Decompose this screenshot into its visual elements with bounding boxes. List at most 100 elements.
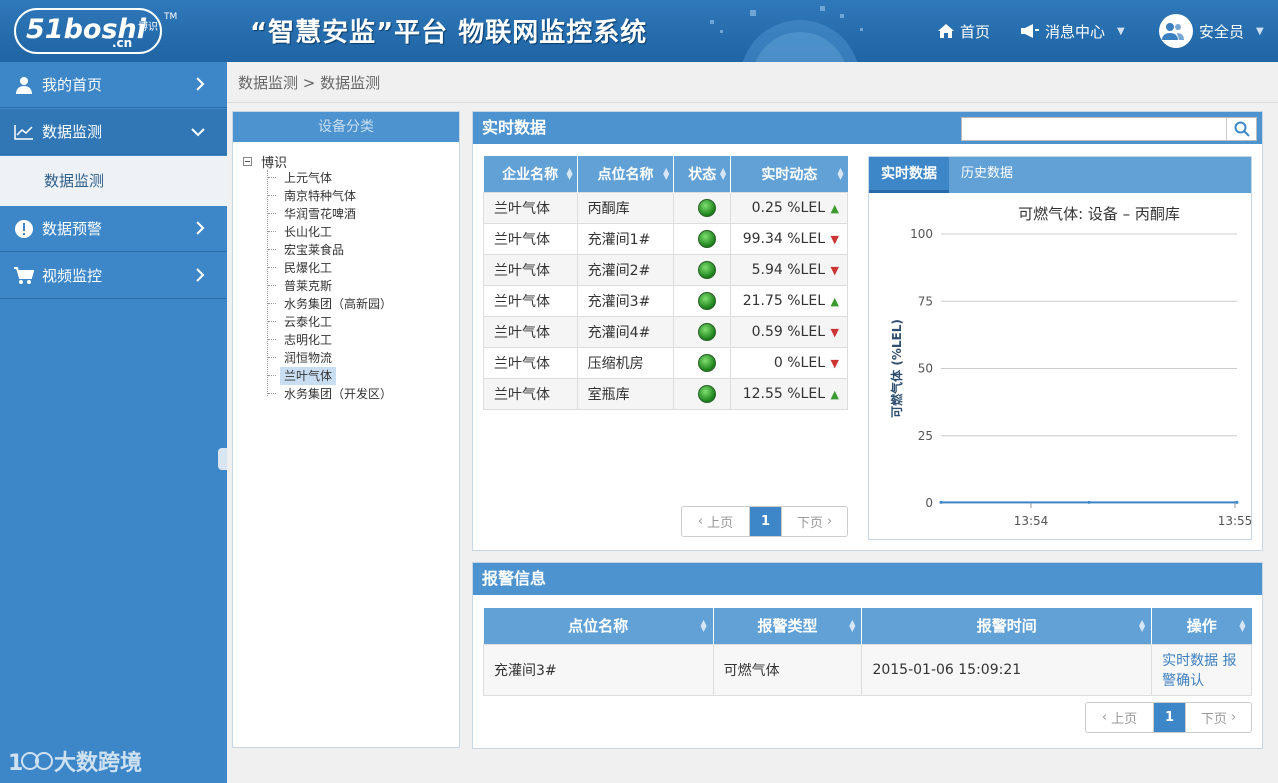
table-row[interactable]: 兰叶气体 丙酮库 0.25 %LEL ▲	[483, 191, 848, 224]
page-1-button[interactable]: 1	[1154, 703, 1185, 732]
status-ok-icon	[698, 322, 717, 341]
col-header[interactable]: 企业名称 ▲ ▼	[483, 156, 578, 192]
sidebar-item-label: 视频监控	[42, 267, 103, 285]
user-name: 安全员	[1199, 22, 1245, 41]
user-icon	[16, 76, 32, 94]
realtime-pager: ‹ 上页 1 下页 ›	[681, 506, 848, 537]
y-tick-label: 100	[910, 227, 933, 241]
alarm-action-link[interactable]: 实时数据 报警确认	[1151, 643, 1252, 696]
data-point	[1235, 500, 1239, 504]
arrow-down-icon: ▼	[830, 356, 839, 370]
col-header[interactable]: 操作 ▲ ▼	[1151, 608, 1252, 644]
sidebar: 我的首页 数据监测 数据监测 数据预警 视频监控 1 大数跨境	[0, 62, 227, 783]
table-row[interactable]: 兰叶气体 充灌间1# 99.34 %LEL ▼	[483, 222, 848, 255]
table-row[interactable]: 兰叶气体 压缩机房 0 %LEL ▼	[483, 346, 848, 379]
x-tick-label: 13:55	[1218, 514, 1251, 528]
tree-node[interactable]: 上元气体	[268, 169, 336, 187]
col-header[interactable]: 状态 ▲ ▼	[673, 156, 732, 192]
table-row[interactable]: 兰叶气体 室瓶库 12.55 %LEL ▲	[483, 377, 848, 410]
page-1-button[interactable]: 1	[750, 507, 781, 536]
search-icon	[1234, 121, 1250, 137]
sidebar-item-monitoring[interactable]: 数据监测	[0, 109, 227, 155]
chevron-down-icon: ▼	[1256, 25, 1264, 37]
prev-page-button[interactable]: ‹ 上页	[682, 507, 750, 536]
chevron-down-icon: ▼	[1117, 25, 1125, 37]
alert-icon	[15, 219, 33, 238]
sidebar-item-label: 数据预警	[42, 220, 103, 238]
sidebar-item-label: 数据监测	[42, 123, 103, 141]
col-header[interactable]: 实时动态 ▲ ▼	[730, 156, 848, 192]
tree-node-selected[interactable]: 兰叶气体	[268, 367, 337, 385]
collapse-icon[interactable]	[243, 157, 252, 166]
alarm-pager: ‹ 上页 1 下页 ›	[1085, 702, 1252, 733]
tree-header: 设备分类	[233, 112, 459, 142]
realtime-table: 企业名称 ▲ ▼ 点位名称 ▲ ▼ 状态 ▲ ▼ 实时动态 ▲ ▼ 兰叶气体 丙酮库 0.25 %L…	[483, 156, 848, 410]
prev-page-button[interactable]: ‹ 上页	[1086, 703, 1154, 732]
y-tick-label: 25	[918, 429, 933, 443]
arrow-down-icon: ▼	[830, 325, 839, 339]
tree-node[interactable]: 志明化工	[268, 331, 336, 349]
table-row[interactable]: 兰叶气体 充灌间4# 0.59 %LEL ▼	[483, 315, 848, 348]
tree-node[interactable]: 宏宝莱食品	[268, 241, 348, 259]
tree-node[interactable]: 润恒物流	[268, 349, 336, 367]
watermark-text: 大数跨境	[54, 751, 143, 776]
breadcrumb: 数据监测 > 数据监测	[238, 74, 381, 92]
chart-title: 可燃气体: 设备 – 丙酮库	[1018, 205, 1180, 223]
table-row[interactable]: 兰叶气体 充灌间2# 5.94 %LEL ▼	[483, 253, 848, 286]
logo-domain: .cn	[112, 36, 133, 50]
tree-node[interactable]: 云泰化工	[268, 313, 336, 331]
arrow-down-icon: ▼	[830, 263, 839, 277]
data-point	[1087, 500, 1091, 504]
device-tree-panel: 设备分类 博识 上元气体 南京特种气体 华润雪花啤酒 长山化工 宏宝莱食品 民爆…	[232, 111, 460, 748]
chevron-down-icon	[191, 128, 205, 137]
table-row[interactable]: 充灌间3# 可燃气体 2015-01-06 15:09:21 实时数据 报警确认	[483, 643, 1252, 696]
col-header[interactable]: 点位名称 ▲ ▼	[483, 608, 714, 644]
sidebar-item-home[interactable]: 我的首页	[0, 62, 227, 108]
tree-node[interactable]: 水务集团（高新园）	[268, 295, 396, 313]
nav-home[interactable]: 首页	[938, 0, 990, 62]
sidebar-subitem-monitoring[interactable]: 数据监测	[0, 156, 227, 206]
svg-text:1: 1	[8, 751, 23, 776]
x-tick-label: 13:54	[1014, 514, 1049, 528]
chart-panel: 实时数据 历史数据 可燃气体: 设备 – 丙酮库 0 25 50 75 100 可燃气体 (…	[868, 156, 1252, 540]
home-icon	[938, 24, 954, 38]
top-header: 51boshi .cn 博识 TM “智慧安监”平台 物联网监控系统 首页 消息…	[0, 0, 1278, 62]
y-tick-label: 75	[918, 294, 933, 308]
nav-home-label: 首页	[960, 22, 991, 41]
cart-icon	[14, 266, 34, 284]
tree-node[interactable]: 民爆化工	[268, 259, 336, 277]
status-ok-icon	[698, 384, 717, 403]
status-ok-icon	[698, 353, 717, 372]
arrow-down-icon: ▼	[830, 232, 839, 246]
user-group-icon	[1162, 23, 1184, 40]
search-button[interactable]	[1226, 118, 1256, 140]
tree-node[interactable]: 华润雪花啤酒	[268, 205, 360, 223]
sidebar-item-warning[interactable]: 数据预警	[0, 206, 227, 252]
tree-node[interactable]: 长山化工	[268, 223, 336, 241]
search-input[interactable]	[961, 117, 1257, 141]
status-ok-icon	[698, 229, 717, 248]
tab-realtime[interactable]: 实时数据	[869, 157, 949, 193]
y-axis-label: 可燃气体 (%LEL)	[889, 319, 904, 418]
alarm-table: 点位名称 ▲ ▼ 报警类型 ▲ ▼ 报警时间 ▲ ▼ 操作 ▲ ▼ 充灌间3# 可燃气体 201…	[483, 608, 1252, 696]
tree-node[interactable]: 南京特种气体	[268, 187, 360, 205]
col-header[interactable]: 报警类型 ▲ ▼	[713, 608, 863, 644]
user-menu[interactable]: 安全员 ▼	[1159, 0, 1264, 62]
nav-messages[interactable]: 消息中心 ▼	[1021, 0, 1125, 62]
next-page-button[interactable]: 下页 ›	[781, 507, 847, 536]
y-tick-label: 50	[918, 362, 933, 376]
chevron-right-icon	[196, 221, 205, 235]
sidebar-item-video[interactable]: 视频监控	[0, 253, 227, 299]
status-ok-icon	[698, 198, 717, 217]
next-page-button[interactable]: 下页 ›	[1185, 703, 1251, 732]
tab-history[interactable]: 历史数据	[949, 157, 1025, 193]
arrow-up-icon: ▲	[830, 387, 839, 401]
col-header[interactable]: 报警时间 ▲ ▼	[861, 608, 1153, 644]
tree-node[interactable]: 普莱克斯	[268, 277, 336, 295]
logo[interactable]: 51boshi .cn 博识 TM	[14, 8, 177, 54]
globe-decoration-icon	[710, 6, 863, 62]
tree-node[interactable]: 水务集团（开发区）	[268, 385, 396, 403]
table-row[interactable]: 兰叶气体 充灌间3# 21.75 %LEL ▲	[483, 284, 848, 317]
megaphone-icon	[1021, 24, 1039, 38]
col-header[interactable]: 点位名称 ▲ ▼	[577, 156, 675, 192]
